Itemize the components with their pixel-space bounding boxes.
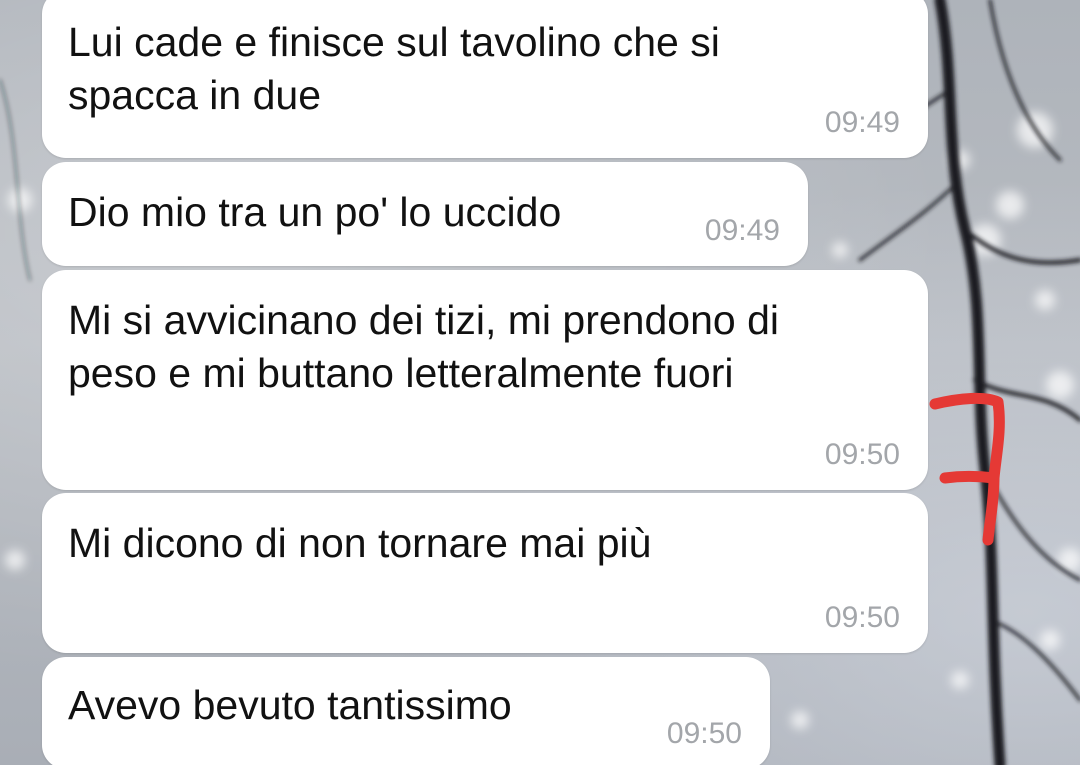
message-bubble[interactable]: Avevo bevuto tantissimo 09:50 <box>42 657 770 765</box>
message-timestamp: 09:49 <box>824 106 900 139</box>
message-bubble[interactable]: Mi si avvicinano dei tizi, mi prendono d… <box>42 270 928 490</box>
message-text: Mi si avvicinano dei tizi, mi prendono d… <box>68 297 779 396</box>
message-timestamp: 09:50 <box>824 601 900 634</box>
message-timestamp: 09:50 <box>666 717 742 750</box>
message-bubble[interactable]: Mi dicono di non tornare mai più 09:50 <box>42 493 928 653</box>
message-bubble[interactable]: Lui cade e finisce sul tavolino che si s… <box>42 0 928 158</box>
message-text: Avevo bevuto tantissimo <box>68 682 512 728</box>
message-text: Lui cade e finisce sul tavolino che si s… <box>68 19 720 118</box>
message-list[interactable]: Lui cade e finisce sul tavolino che si s… <box>0 0 1080 765</box>
message-bubble[interactable]: Dio mio tra un po' lo uccido 09:49 <box>42 162 808 266</box>
message-timestamp: 09:50 <box>824 438 900 471</box>
message-text: Dio mio tra un po' lo uccido <box>68 189 562 235</box>
message-timestamp: 09:49 <box>704 214 780 247</box>
message-text: Mi dicono di non tornare mai più <box>68 520 652 566</box>
